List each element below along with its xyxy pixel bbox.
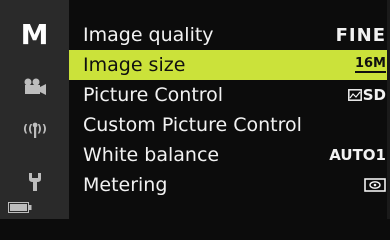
menu-item-picture-control[interactable]: Picture Control SD — [69, 80, 390, 110]
menu-item-white-balance[interactable]: White balance AUTO1 — [69, 140, 390, 170]
network-menu-tab[interactable]: (( )) — [0, 115, 69, 145]
shooting-menu-tab[interactable]: M — [0, 20, 69, 50]
menu-item-value: 16M — [354, 56, 386, 73]
menu-item-label: Image quality — [83, 24, 214, 46]
menu-item-label: Image size — [83, 54, 186, 76]
shooting-menu-list: Image quality FINE Image size 16M Pictur… — [69, 0, 390, 219]
image-size-icon: 16M — [326, 50, 386, 80]
mode-sidebar: M (( )) — [0, 0, 69, 219]
menu-item-value: AUTO1 — [329, 146, 386, 164]
menu-item-metering[interactable]: Metering — [69, 170, 390, 200]
setup-menu-tab[interactable] — [0, 167, 69, 197]
menu-item-value: FINE — [335, 24, 386, 46]
wireless-network-icon: (( )) — [23, 122, 46, 138]
menu-item-custom-picture-control[interactable]: Custom Picture Control — [69, 110, 390, 140]
menu-item-value: SD — [362, 86, 386, 104]
menu-item-label: Custom Picture Control — [83, 114, 302, 136]
menu-item-label: Metering — [83, 174, 168, 196]
mode-letter: M — [20, 18, 49, 51]
menu-item-label: White balance — [83, 144, 220, 166]
matrix-metering-icon — [364, 178, 386, 192]
wrench-setup-icon — [28, 173, 41, 191]
menu-item-image-size[interactable]: Image size 16M — [69, 50, 390, 80]
menu-item-image-quality[interactable]: Image quality FINE — [69, 20, 390, 50]
battery-icon — [8, 202, 32, 213]
movie-camera-icon — [24, 78, 46, 95]
menu-item-label: Picture Control — [83, 84, 224, 106]
picture-control-icon: SD — [326, 80, 386, 110]
menu-item-value — [326, 110, 386, 140]
metering-icon — [326, 170, 386, 200]
movie-menu-tab[interactable] — [0, 72, 69, 102]
picture-control-glyph-icon — [347, 89, 362, 101]
